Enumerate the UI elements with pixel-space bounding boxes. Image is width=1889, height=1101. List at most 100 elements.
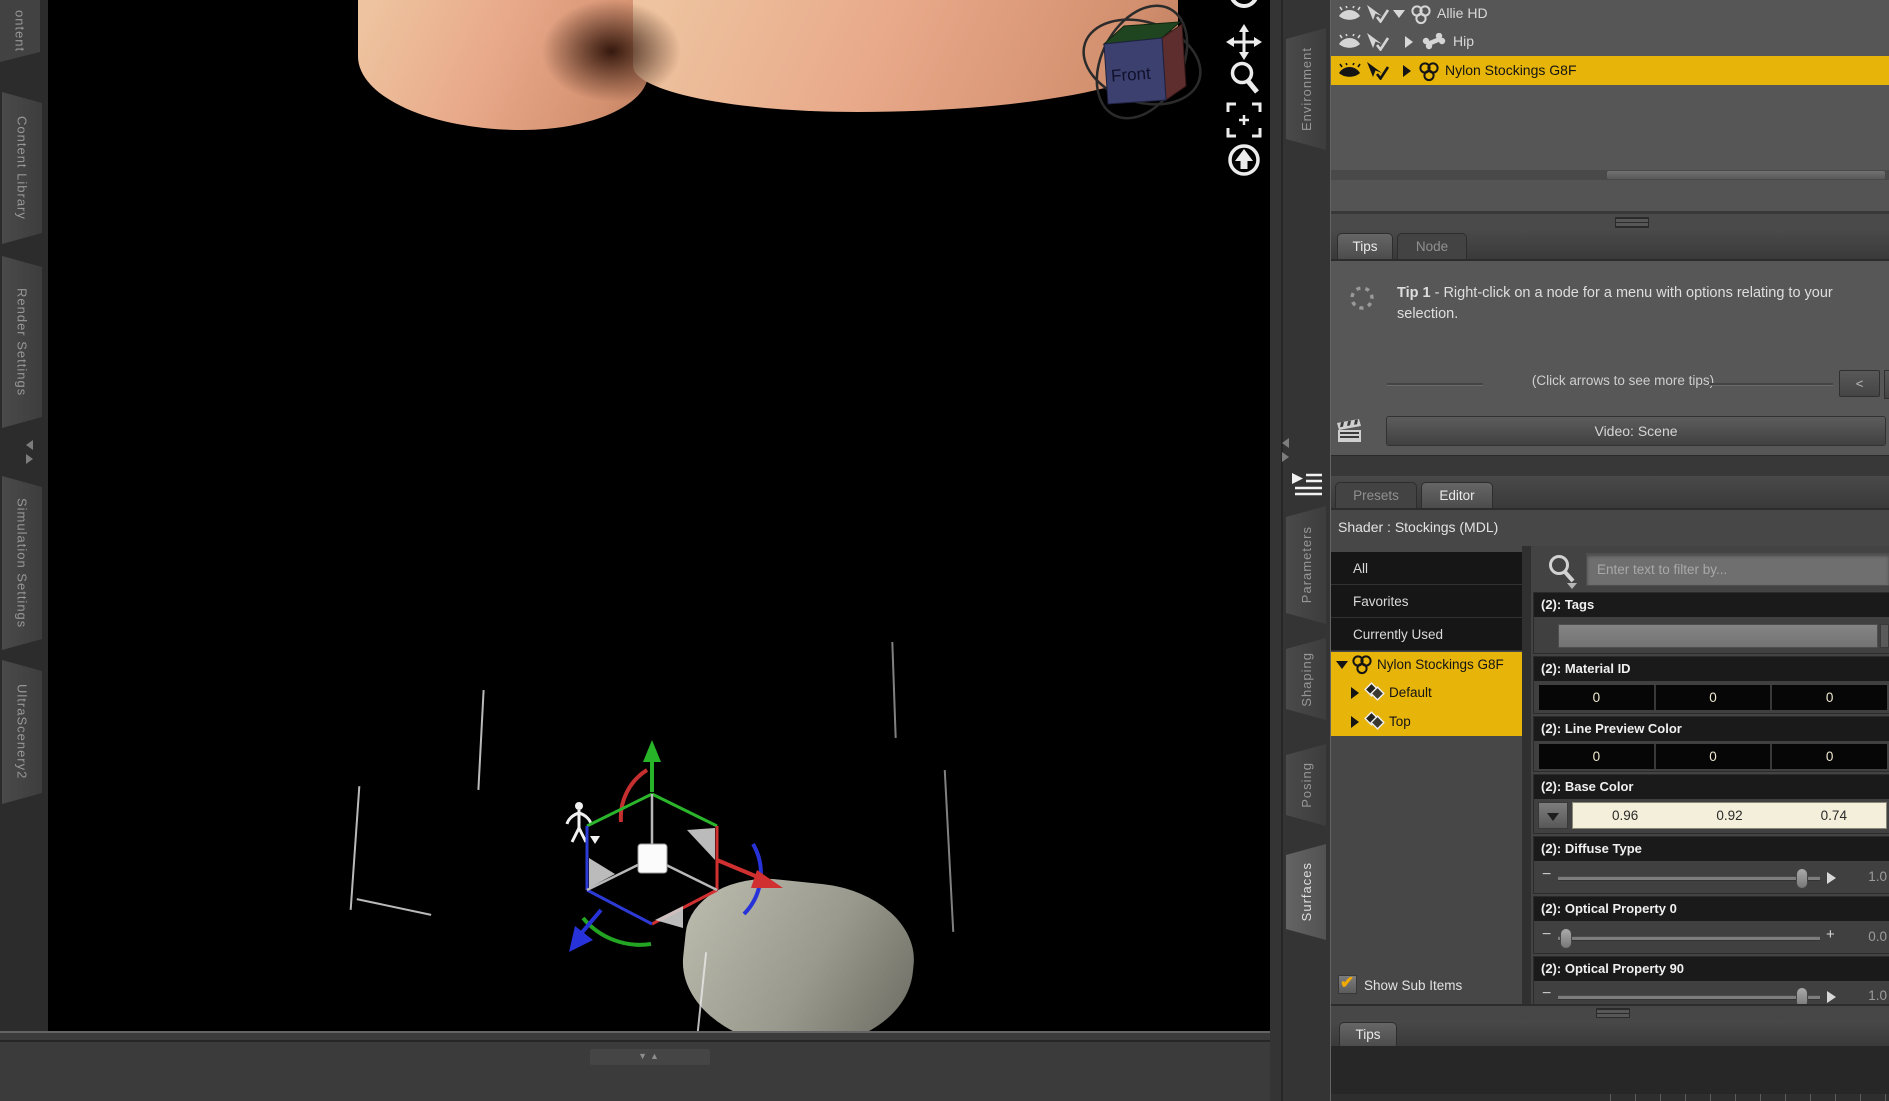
slider-track[interactable] bbox=[1558, 928, 1820, 949]
timeline-ruler bbox=[1331, 1094, 1889, 1101]
tab-node[interactable]: Node bbox=[1397, 233, 1467, 259]
slider-minus-icon[interactable]: − bbox=[1542, 926, 1551, 944]
3d-viewport[interactable]: Front bbox=[48, 0, 1270, 1031]
scene-scrollbar[interactable] bbox=[1331, 170, 1889, 180]
value-cell[interactable]: 0 bbox=[1772, 744, 1888, 769]
pane-splitter[interactable] bbox=[1331, 214, 1889, 231]
optical-property-0-slider[interactable]: − + 0.0 bbox=[1534, 924, 1889, 952]
visibility-eye-icon[interactable] bbox=[1338, 34, 1361, 50]
tags-input[interactable] bbox=[1558, 624, 1878, 648]
base-color-values[interactable]: 0.96 0.92 0.74 bbox=[1572, 802, 1887, 829]
visibility-eye-icon[interactable] bbox=[1338, 63, 1361, 79]
slider-handle[interactable] bbox=[1560, 928, 1572, 949]
selectable-pointer-icon[interactable] bbox=[1365, 61, 1390, 80]
tab-environment[interactable]: Environment bbox=[1286, 28, 1326, 150]
tab-surfaces[interactable]: Surfaces bbox=[1286, 844, 1326, 940]
filter-input[interactable] bbox=[1586, 553, 1889, 586]
stocking-left-leg bbox=[407, 56, 644, 780]
value-cell[interactable]: 0 bbox=[1655, 744, 1771, 769]
show-sub-items-checkbox[interactable]: ✔ bbox=[1338, 973, 1357, 994]
expand-caret-icon[interactable] bbox=[1351, 716, 1359, 728]
search-icon[interactable] bbox=[1545, 553, 1579, 589]
right-dock-strip: Environment Parameters Shaping Posing Su… bbox=[1270, 0, 1330, 1101]
tab-smart-content[interactable]: ontent bbox=[0, 0, 40, 62]
expand-caret-icon[interactable] bbox=[1393, 10, 1405, 18]
splitter-grip[interactable] bbox=[1596, 1008, 1630, 1018]
pan-tool-icon[interactable] bbox=[1226, 24, 1262, 60]
tab-editor[interactable]: Editor bbox=[1421, 482, 1493, 508]
value-cell[interactable]: 0 bbox=[1655, 685, 1771, 710]
tab-tips-bottom[interactable]: Tips bbox=[1339, 1022, 1397, 1046]
tab-simulation-settings[interactable]: Simulation Settings bbox=[2, 476, 42, 650]
tab-render-settings[interactable]: Render Settings bbox=[2, 256, 42, 428]
slider-value: 1.0 bbox=[1868, 869, 1887, 884]
bottom-pane-content bbox=[1331, 1046, 1889, 1094]
value-cell[interactable]: 0.74 bbox=[1782, 803, 1886, 828]
slider-track[interactable] bbox=[1558, 868, 1820, 889]
slider-minus-icon[interactable]: − bbox=[1542, 866, 1551, 884]
slider-track[interactable] bbox=[1558, 987, 1820, 1008]
pane-splitter-bottom[interactable] bbox=[1331, 1006, 1889, 1020]
slider-plus-icon[interactable] bbox=[1827, 991, 1836, 1003]
base-color-dropdown-button[interactable] bbox=[1538, 802, 1568, 829]
slider-minus-icon[interactable]: − bbox=[1542, 985, 1551, 1003]
scene-node-nylon-stockings[interactable]: Nylon Stockings G8F bbox=[1331, 56, 1889, 85]
tab-parameters[interactable]: Parameters bbox=[1286, 506, 1326, 624]
expand-caret-icon[interactable] bbox=[1403, 65, 1411, 77]
surfaces-pane-tabbar: Presets Editor bbox=[1331, 476, 1889, 510]
tags-edit-button[interactable] bbox=[1880, 624, 1889, 648]
tab-shaping[interactable]: Shaping bbox=[1286, 638, 1326, 720]
next-tip-button[interactable] bbox=[1884, 370, 1889, 399]
property-group-header: (2): Optical Property 90 bbox=[1534, 957, 1889, 981]
aim-camera-icon[interactable] bbox=[1226, 142, 1262, 178]
splitter-grip[interactable] bbox=[1615, 217, 1649, 228]
selectable-pointer-icon[interactable] bbox=[1365, 4, 1390, 23]
slider-plus-icon[interactable] bbox=[1827, 872, 1836, 884]
expand-caret-icon[interactable] bbox=[1351, 687, 1359, 699]
splitter-collapse-right-icon[interactable] bbox=[1282, 438, 1289, 462]
slider-plus-icon[interactable]: + bbox=[1826, 926, 1835, 943]
orbit-tool-icon[interactable] bbox=[1226, 0, 1262, 18]
scene-node-allie[interactable]: Allie HD bbox=[1331, 0, 1889, 28]
frame-tool-icon[interactable] bbox=[1226, 102, 1262, 138]
scene-node-hip[interactable]: Hip bbox=[1331, 28, 1889, 56]
pane-options-icon[interactable] bbox=[1290, 470, 1324, 500]
value-cell[interactable]: 0.92 bbox=[1677, 803, 1781, 828]
check-icon: ✔ bbox=[1340, 973, 1355, 992]
tab-presets[interactable]: Presets bbox=[1335, 482, 1417, 508]
material-id-values[interactable]: 0 0 0 bbox=[1539, 685, 1888, 710]
value-cell[interactable]: 0 bbox=[1539, 744, 1654, 769]
tree-node-top[interactable]: Top bbox=[1331, 707, 1522, 736]
expand-caret-icon[interactable] bbox=[1336, 661, 1348, 669]
tab-content-library[interactable]: Content Library bbox=[2, 92, 42, 244]
filter-list-favorites[interactable]: Favorites bbox=[1331, 585, 1522, 618]
scene-scrollbar-thumb[interactable] bbox=[1607, 171, 1885, 179]
pane-collapse-handle[interactable]: ▼▲ bbox=[590, 1049, 710, 1065]
tab-posing[interactable]: Posing bbox=[1286, 744, 1326, 826]
selectable-pointer-icon[interactable] bbox=[1365, 32, 1390, 51]
line-preview-color-values[interactable]: 0 0 0 bbox=[1539, 744, 1888, 769]
tab-ultrascenery2[interactable]: UltraScenery2 bbox=[2, 660, 42, 804]
video-scene-button[interactable]: Video: Scene bbox=[1386, 416, 1886, 446]
diffuse-type-slider[interactable]: − 1.0 bbox=[1534, 864, 1889, 892]
visibility-eye-icon[interactable] bbox=[1338, 6, 1361, 22]
value-cell[interactable]: 0 bbox=[1772, 685, 1888, 710]
translate-gizmo[interactable] bbox=[555, 730, 790, 970]
tab-tips[interactable]: Tips bbox=[1337, 233, 1393, 259]
tree-node-default[interactable]: Default bbox=[1331, 678, 1522, 707]
tips-pane-tabbar: Tips Node bbox=[1331, 231, 1889, 261]
tree-node-nylon-stockings[interactable]: Nylon Stockings G8F bbox=[1331, 652, 1522, 678]
value-cell[interactable]: 0.96 bbox=[1573, 803, 1677, 828]
tip-text: Tip 1 - Right-click on a node for a menu… bbox=[1397, 285, 1833, 322]
filter-list-all[interactable]: All bbox=[1331, 552, 1522, 585]
splitter-collapse-left-icon[interactable] bbox=[26, 440, 33, 464]
view-cube[interactable]: Front bbox=[1078, 2, 1213, 132]
previous-tip-button[interactable]: < bbox=[1839, 370, 1880, 397]
expand-caret-icon[interactable] bbox=[1405, 36, 1413, 48]
filter-list-currently-used[interactable]: Currently Used bbox=[1331, 618, 1522, 651]
value-cell[interactable]: 0 bbox=[1539, 685, 1654, 710]
property-group-header: (2): Line Preview Color bbox=[1534, 717, 1889, 741]
slider-handle[interactable] bbox=[1796, 868, 1808, 889]
zoom-tool-icon[interactable] bbox=[1226, 60, 1262, 100]
left-dock-strip: ontent Content Library Render Settings S… bbox=[0, 0, 50, 1101]
